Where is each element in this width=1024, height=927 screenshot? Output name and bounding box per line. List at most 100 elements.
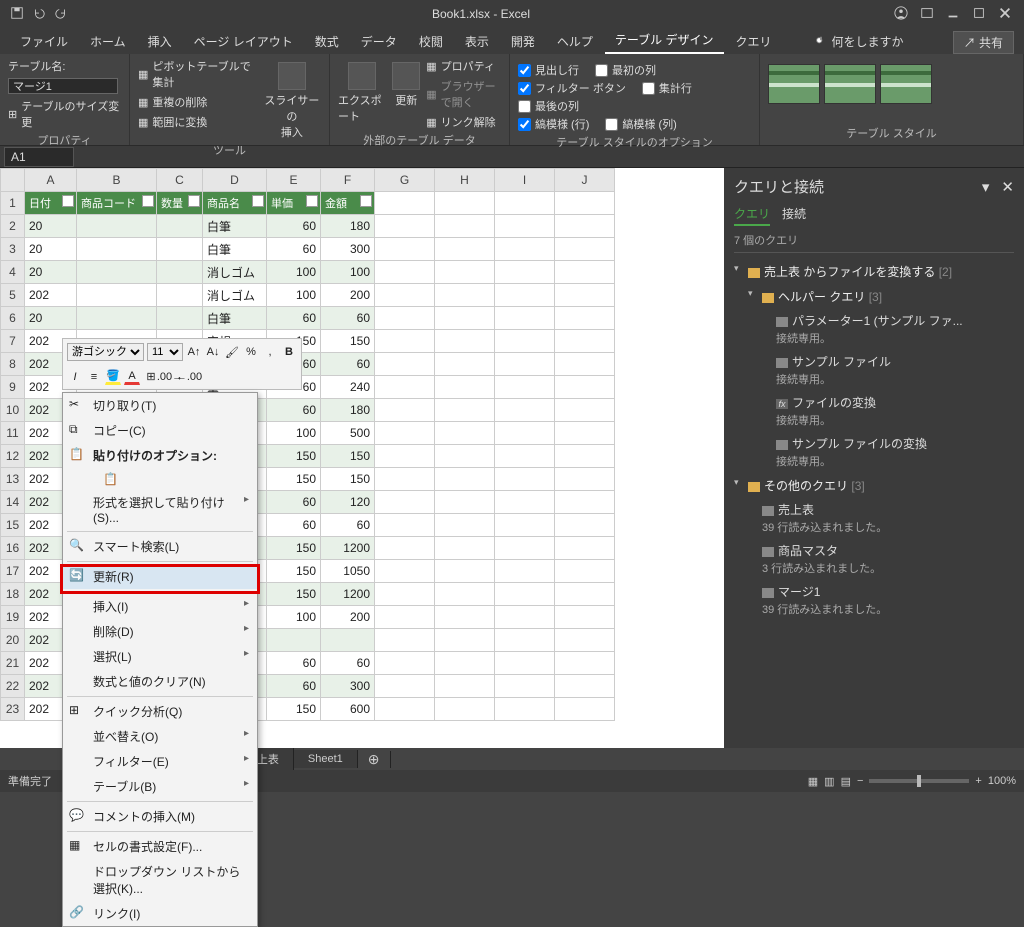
query-item[interactable]: マージ1 — [734, 580, 1014, 601]
cell[interactable]: 60 — [267, 238, 321, 261]
cell[interactable]: 180 — [321, 215, 375, 238]
save-icon[interactable] — [10, 6, 24, 23]
zoom-out-icon[interactable]: − — [857, 775, 863, 787]
cell[interactable] — [495, 491, 555, 514]
cell[interactable] — [555, 261, 615, 284]
row-header[interactable]: 7 — [1, 330, 25, 353]
cell[interactable]: 60 — [267, 399, 321, 422]
query-item[interactable]: 売上表 — [734, 498, 1014, 519]
row-header[interactable]: 16 — [1, 537, 25, 560]
cell[interactable] — [435, 629, 495, 652]
cell[interactable] — [375, 330, 435, 353]
row-header[interactable]: 18 — [1, 583, 25, 606]
menu-quick-analysis[interactable]: ⊞クイック分析(Q) — [63, 699, 257, 724]
cell[interactable] — [495, 560, 555, 583]
query-item[interactable]: サンプル ファイル — [748, 350, 1014, 371]
cell[interactable] — [375, 606, 435, 629]
row-header[interactable]: 17 — [1, 560, 25, 583]
query-item[interactable]: パラメーター1 (サンプル ファ... — [748, 309, 1014, 330]
cell[interactable] — [435, 652, 495, 675]
chk-banded-cols[interactable]: 縞模様 (列) — [605, 116, 676, 132]
account-icon[interactable] — [894, 6, 908, 23]
menu-paste-special[interactable]: 形式を選択して貼り付け(S)... — [63, 490, 257, 529]
cell[interactable] — [555, 307, 615, 330]
cell[interactable] — [555, 376, 615, 399]
cell[interactable] — [375, 261, 435, 284]
table-name-input[interactable] — [8, 78, 118, 94]
cell[interactable]: 60 — [267, 514, 321, 537]
cell[interactable] — [157, 261, 203, 284]
cell[interactable] — [555, 583, 615, 606]
row-header[interactable]: 12 — [1, 445, 25, 468]
cell[interactable]: 120 — [321, 491, 375, 514]
redo-icon[interactable] — [54, 6, 68, 23]
cell[interactable] — [375, 491, 435, 514]
cell[interactable] — [495, 675, 555, 698]
cell[interactable] — [375, 560, 435, 583]
cell[interactable]: 150 — [267, 537, 321, 560]
row-header[interactable]: 22 — [1, 675, 25, 698]
view-normal-icon[interactable]: ▦ — [808, 775, 818, 788]
cell[interactable]: 60 — [267, 215, 321, 238]
cell[interactable] — [495, 583, 555, 606]
cell[interactable] — [495, 698, 555, 721]
cell[interactable] — [495, 238, 555, 261]
row-header[interactable]: 5 — [1, 284, 25, 307]
format-painter-icon[interactable]: 🖌 — [224, 344, 240, 360]
cell[interactable] — [375, 583, 435, 606]
cell[interactable] — [495, 445, 555, 468]
cell[interactable]: 20 — [25, 261, 77, 284]
cell[interactable] — [77, 307, 157, 330]
cell[interactable] — [435, 514, 495, 537]
cell[interactable] — [435, 491, 495, 514]
tab-dev[interactable]: 開発 — [501, 29, 545, 54]
menu-link[interactable]: 🔗リンク(I) — [63, 901, 257, 926]
column-header[interactable]: G — [375, 169, 435, 192]
row-header[interactable]: 23 — [1, 698, 25, 721]
cell[interactable] — [495, 284, 555, 307]
cell[interactable]: 60 — [267, 307, 321, 330]
table-header-cell[interactable]: 商品コード — [77, 192, 157, 215]
sheet-tab[interactable]: Sheet1 — [294, 750, 358, 768]
cell[interactable]: 60 — [267, 652, 321, 675]
tab-view[interactable]: 表示 — [455, 29, 499, 54]
cell[interactable] — [157, 215, 203, 238]
column-header[interactable]: A — [25, 169, 77, 192]
add-sheet-icon[interactable]: ⊕ — [358, 751, 391, 768]
cell[interactable] — [375, 238, 435, 261]
column-header[interactable]: I — [495, 169, 555, 192]
cell[interactable]: 150 — [267, 560, 321, 583]
cell[interactable] — [555, 675, 615, 698]
cell[interactable] — [435, 284, 495, 307]
table-style[interactable] — [768, 64, 820, 104]
menu-sort[interactable]: 並べ替え(O) — [63, 724, 257, 749]
undo-icon[interactable] — [32, 6, 46, 23]
maximize-icon[interactable] — [972, 6, 986, 23]
cell[interactable] — [435, 675, 495, 698]
query-item[interactable]: 商品マスタ — [734, 539, 1014, 560]
row-header[interactable]: 3 — [1, 238, 25, 261]
cell[interactable] — [495, 330, 555, 353]
mini-toolbar[interactable]: 游ゴシック 11 A↑ A↓ 🖌 % , B I ≡ 🪣 A ⊞ .00→ ←.… — [62, 338, 302, 390]
cell[interactable] — [555, 399, 615, 422]
row-header[interactable]: 11 — [1, 422, 25, 445]
cell[interactable]: 150 — [267, 698, 321, 721]
cell[interactable] — [267, 629, 321, 652]
font-select[interactable]: 游ゴシック — [67, 343, 144, 361]
cell[interactable] — [435, 422, 495, 445]
cell[interactable] — [375, 698, 435, 721]
table-header-cell[interactable]: 日付 — [25, 192, 77, 215]
comma-icon[interactable]: , — [262, 344, 278, 360]
cell[interactable] — [495, 606, 555, 629]
chk-first-col[interactable]: 最初の列 — [595, 62, 656, 78]
decrease-font-icon[interactable]: A↓ — [205, 344, 221, 360]
cell[interactable] — [77, 215, 157, 238]
ext-properties[interactable]: ▦ プロパティ — [426, 58, 501, 74]
cell[interactable] — [555, 284, 615, 307]
cell[interactable] — [77, 284, 157, 307]
row-header[interactable]: 10 — [1, 399, 25, 422]
ribbon-display-icon[interactable] — [920, 6, 934, 23]
query-group[interactable]: その他のクエリ [3] — [734, 473, 1014, 498]
cell[interactable] — [555, 629, 615, 652]
cell[interactable] — [555, 353, 615, 376]
